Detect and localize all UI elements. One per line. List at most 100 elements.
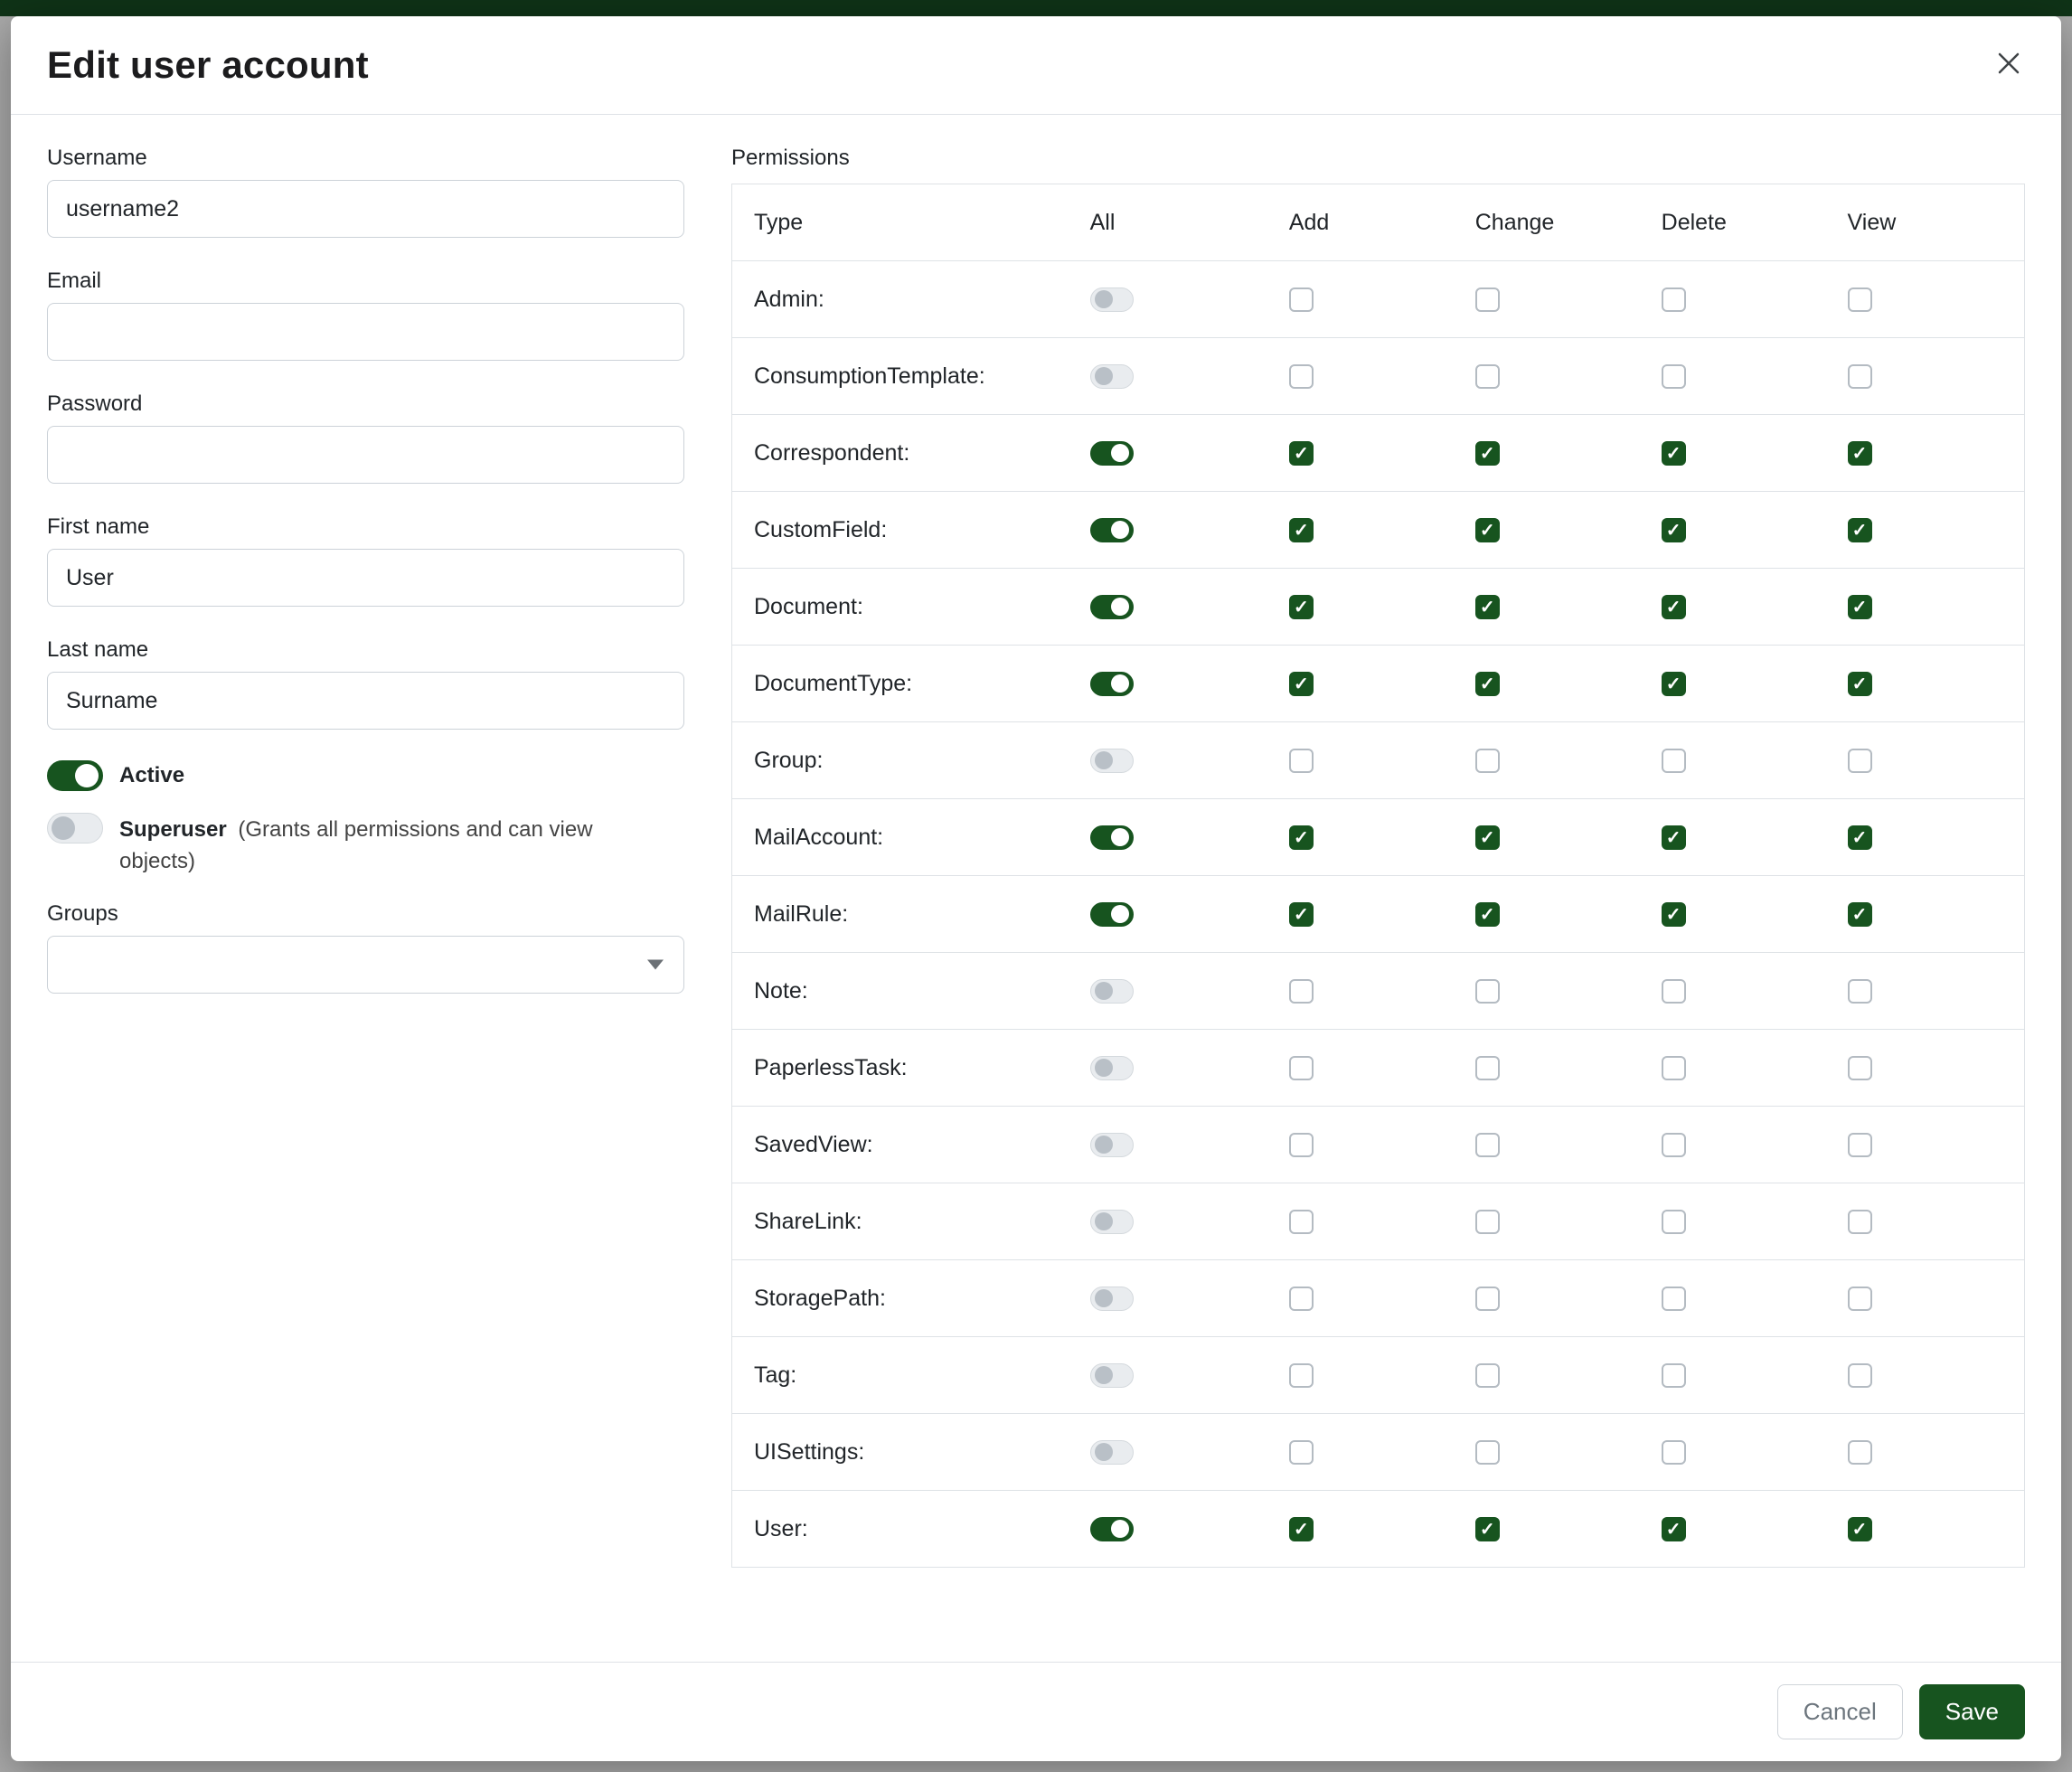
active-toggle[interactable] [47,760,103,791]
permission-change-checkbox[interactable] [1475,1517,1500,1541]
permission-view-checkbox[interactable] [1848,1133,1872,1157]
permission-view-checkbox[interactable] [1848,364,1872,389]
permission-delete-checkbox[interactable] [1662,825,1686,850]
permission-all-toggle[interactable] [1090,364,1134,389]
permission-change-checkbox[interactable] [1475,1133,1500,1157]
permission-add-checkbox[interactable] [1289,1517,1314,1541]
permission-delete-checkbox[interactable] [1662,979,1686,1004]
permission-add-checkbox[interactable] [1289,1287,1314,1311]
permission-delete-checkbox[interactable] [1662,672,1686,696]
superuser-toggle[interactable] [47,813,103,844]
permission-delete-checkbox[interactable] [1662,1133,1686,1157]
permission-all-toggle[interactable] [1090,1517,1134,1541]
permission-add-checkbox[interactable] [1289,672,1314,696]
permission-delete-checkbox[interactable] [1662,1440,1686,1465]
permission-change-checkbox[interactable] [1475,672,1500,696]
permission-all-toggle[interactable] [1090,1210,1134,1234]
save-button[interactable]: Save [1919,1684,2025,1739]
permission-view-checkbox[interactable] [1848,979,1872,1004]
permission-all-toggle[interactable] [1090,595,1134,619]
permission-all-toggle[interactable] [1090,825,1134,850]
permission-change-checkbox[interactable] [1475,364,1500,389]
permission-view-checkbox[interactable] [1848,749,1872,773]
permission-change-checkbox[interactable] [1475,287,1500,312]
permission-delete-checkbox[interactable] [1662,595,1686,619]
permission-delete-checkbox[interactable] [1662,287,1686,312]
email-field[interactable] [47,303,684,361]
permission-view-checkbox[interactable] [1848,1210,1872,1234]
permission-add-checkbox[interactable] [1289,1440,1314,1465]
permission-view-checkbox[interactable] [1848,595,1872,619]
permission-delete-checkbox[interactable] [1662,364,1686,389]
permission-change-checkbox[interactable] [1475,1440,1500,1465]
permission-add-checkbox[interactable] [1289,1133,1314,1157]
permission-add-checkbox[interactable] [1289,518,1314,542]
permission-view-checkbox[interactable] [1848,902,1872,927]
permission-view-checkbox[interactable] [1848,825,1872,850]
permission-delete-checkbox[interactable] [1662,1517,1686,1541]
permission-all-toggle[interactable] [1090,441,1134,466]
permission-view-checkbox[interactable] [1848,441,1872,466]
email-label: Email [47,269,684,294]
permission-change-checkbox[interactable] [1475,902,1500,927]
permission-all-toggle[interactable] [1090,749,1134,773]
permission-delete-checkbox[interactable] [1662,1210,1686,1234]
password-field[interactable] [47,426,684,484]
permission-view-checkbox[interactable] [1848,1056,1872,1080]
permission-add-checkbox[interactable] [1289,825,1314,850]
permission-delete-checkbox[interactable] [1662,1363,1686,1388]
permission-view-checkbox[interactable] [1848,287,1872,312]
permission-all-toggle[interactable] [1090,902,1134,927]
permission-all-toggle[interactable] [1090,979,1134,1004]
permission-view-checkbox[interactable] [1848,1287,1872,1311]
permission-all-toggle[interactable] [1090,1363,1134,1388]
permission-all-toggle[interactable] [1090,1056,1134,1080]
permission-add-checkbox[interactable] [1289,364,1314,389]
permission-view-checkbox[interactable] [1848,672,1872,696]
permission-add-checkbox[interactable] [1289,979,1314,1004]
permission-change-checkbox[interactable] [1475,979,1500,1004]
permission-add-checkbox[interactable] [1289,902,1314,927]
permission-delete-checkbox[interactable] [1662,441,1686,466]
permission-all-toggle[interactable] [1090,518,1134,542]
permission-all-toggle[interactable] [1090,1287,1134,1311]
permission-change-checkbox[interactable] [1475,595,1500,619]
last-name-field[interactable] [47,672,684,730]
first-name-field[interactable] [47,549,684,607]
permission-add-checkbox[interactable] [1289,595,1314,619]
permission-view-checkbox[interactable] [1848,518,1872,542]
permission-add-checkbox[interactable] [1289,1363,1314,1388]
permission-add-checkbox[interactable] [1289,1210,1314,1234]
permission-change-checkbox[interactable] [1475,1056,1500,1080]
permission-view-checkbox[interactable] [1848,1440,1872,1465]
permission-add-checkbox[interactable] [1289,1056,1314,1080]
permission-all-toggle[interactable] [1090,1440,1134,1465]
permission-change-checkbox[interactable] [1475,518,1500,542]
active-label: Active [119,763,184,788]
cancel-button[interactable]: Cancel [1777,1684,1903,1739]
permission-delete-checkbox[interactable] [1662,1287,1686,1311]
permission-change-checkbox[interactable] [1475,1287,1500,1311]
permission-add-checkbox[interactable] [1289,749,1314,773]
permission-delete-checkbox[interactable] [1662,1056,1686,1080]
permission-row: ShareLink: [732,1183,2025,1260]
permission-change-checkbox[interactable] [1475,749,1500,773]
permission-delete-checkbox[interactable] [1662,902,1686,927]
permission-view-checkbox[interactable] [1848,1363,1872,1388]
close-icon[interactable] [1992,47,2025,80]
permission-add-checkbox[interactable] [1289,441,1314,466]
permission-add-checkbox[interactable] [1289,287,1314,312]
permission-change-checkbox[interactable] [1475,825,1500,850]
permission-all-toggle[interactable] [1090,672,1134,696]
permission-delete-checkbox[interactable] [1662,518,1686,542]
permission-all-toggle[interactable] [1090,1133,1134,1157]
permission-delete-checkbox[interactable] [1662,749,1686,773]
permission-view-checkbox[interactable] [1848,1517,1872,1541]
permission-change-checkbox[interactable] [1475,1363,1500,1388]
permission-row: SavedView: [732,1107,2025,1183]
groups-select[interactable] [47,936,684,994]
permission-all-toggle[interactable] [1090,287,1134,312]
username-input[interactable] [47,180,684,238]
permission-change-checkbox[interactable] [1475,1210,1500,1234]
permission-change-checkbox[interactable] [1475,441,1500,466]
